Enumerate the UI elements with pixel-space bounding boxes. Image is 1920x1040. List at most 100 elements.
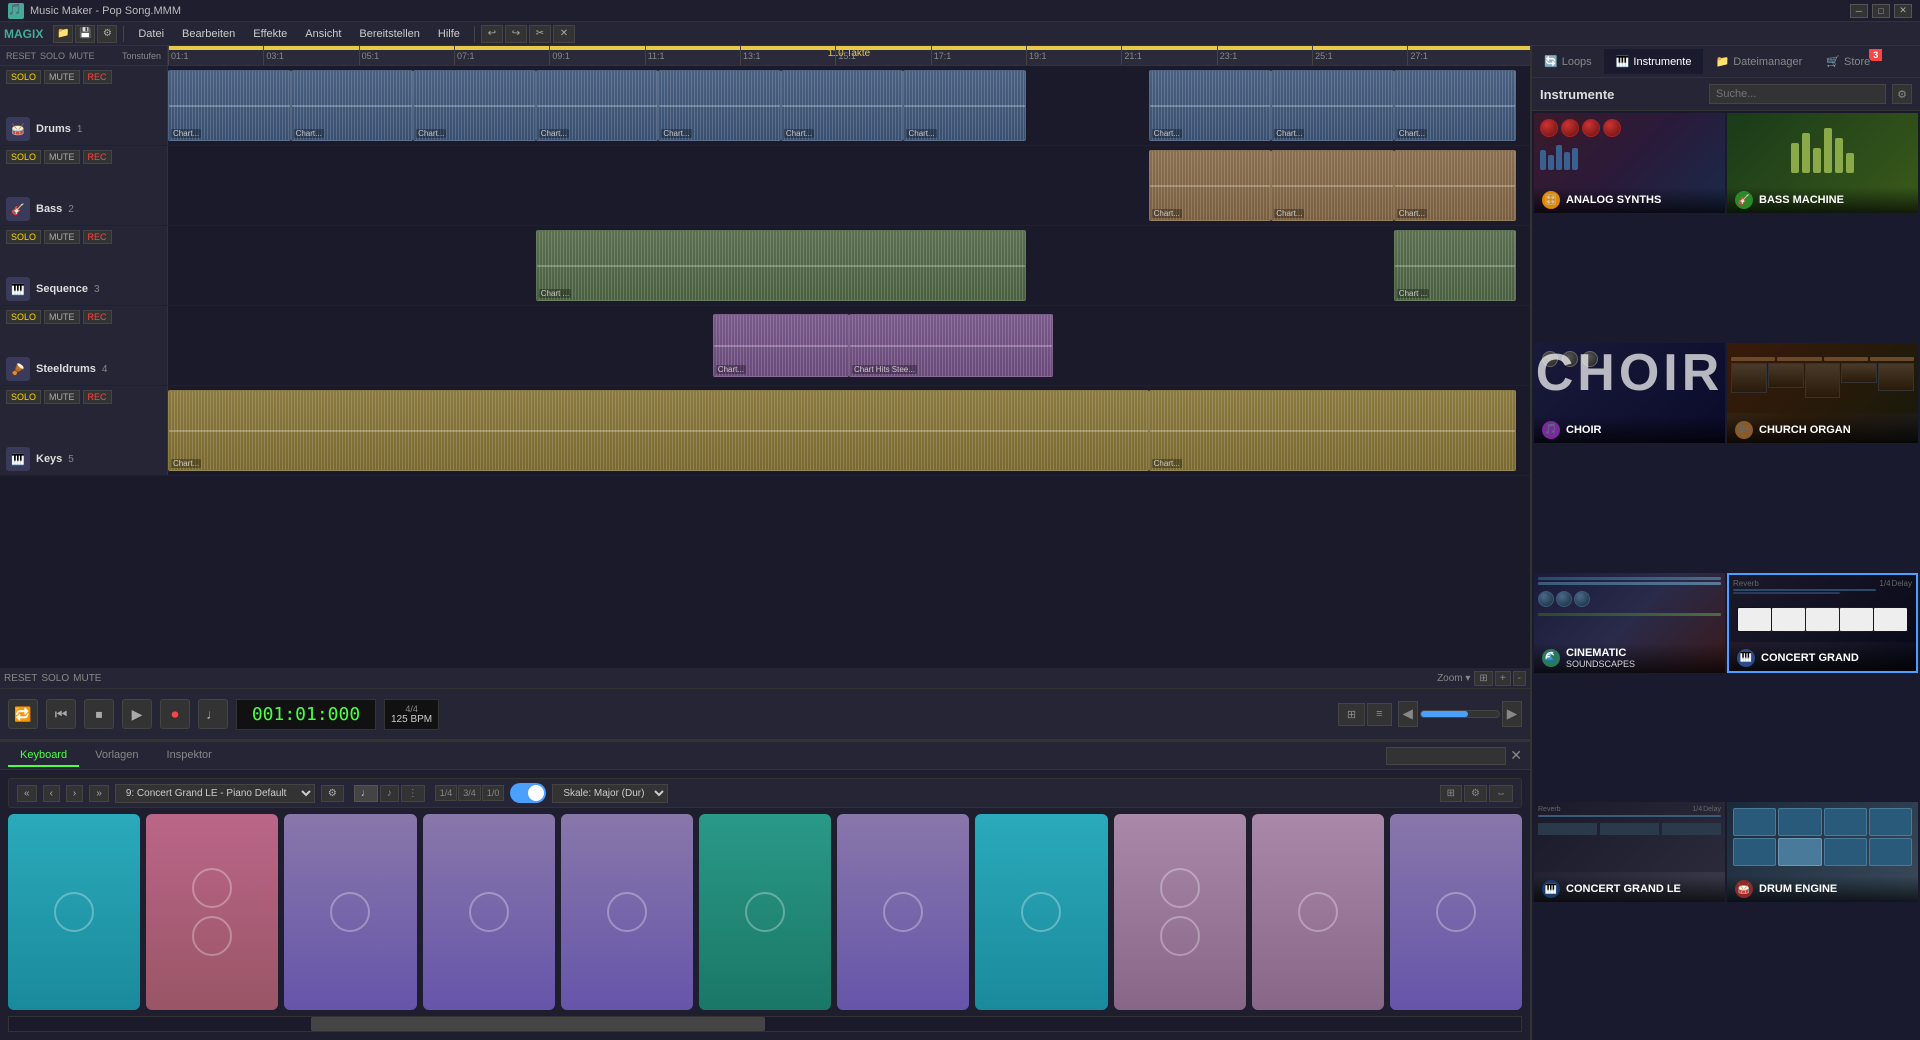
tab-loops[interactable]: 🔄 Loops — [1532, 49, 1604, 74]
solo-button-keys[interactable]: SOLO — [6, 390, 41, 404]
quantize-3-button[interactable]: 1/0 — [482, 785, 505, 801]
track-clips-sequence[interactable]: Chart ... Chart ... — [168, 226, 1530, 305]
menu-bearbeiten[interactable]: Bearbeiten — [174, 26, 243, 42]
redo-button[interactable]: ↪ — [505, 25, 527, 43]
instrument-card-concert-grand-2[interactable]: Reverb1/4Delay 🎹 CONCERT GRAND LE — [1534, 802, 1725, 902]
piano-pad-5[interactable] — [561, 814, 693, 1010]
mute-button-sequence[interactable]: MUTE — [44, 230, 80, 244]
metronome-button[interactable]: ♩ — [198, 699, 228, 729]
panel-gear-button[interactable]: ⚙ — [1892, 84, 1912, 104]
record-button[interactable]: ⏺ — [160, 699, 190, 729]
kb-next-next-button[interactable]: » — [89, 785, 109, 802]
piano-pad-8[interactable] — [975, 814, 1107, 1010]
zoom-out-button[interactable]: - — [1513, 671, 1526, 686]
clip-bass-1[interactable]: Chart... — [1149, 150, 1272, 221]
instrument-card-church-organ[interactable]: 🎶 CHURCH ORGAN — [1727, 343, 1918, 443]
solo-button-sequence[interactable]: SOLO — [6, 230, 41, 244]
clip-drums-4[interactable]: Chart... — [536, 70, 659, 141]
rec-button-steeldrums[interactable]: REC — [83, 310, 112, 324]
kb-expand-button[interactable]: ⇔ — [1489, 785, 1513, 802]
maximize-button[interactable]: □ — [1872, 4, 1890, 18]
timeline-ruler[interactable]: 110 Takte 01:1 03:1 05:1 07:1 09:1 11:1 … — [168, 46, 1530, 65]
menu-ansicht[interactable]: Ansicht — [297, 26, 349, 42]
kb-next-button[interactable]: › — [66, 785, 83, 802]
clip-bass-2[interactable]: Chart... — [1271, 150, 1394, 221]
kb-mode-1-button[interactable]: ♩ — [354, 785, 378, 802]
instrument-card-analog-synths[interactable]: 🎛 ANALOG SYNTHS — [1534, 113, 1725, 213]
track-clips-drums[interactable]: Chart... Chart... Chart... Chart... Char… — [168, 66, 1530, 145]
kb-mode-2-button[interactable]: ♪ — [380, 785, 399, 802]
instrument-card-choir[interactable]: CHOIR 🎵 CHOIR — [1534, 343, 1725, 443]
save-button[interactable]: 💾 — [75, 25, 95, 43]
track-clips-keys[interactable]: Chart... Chart... — [168, 386, 1530, 475]
close-project-button[interactable]: ✕ — [553, 25, 575, 43]
close-button[interactable]: ✕ — [1894, 4, 1912, 18]
solo-button-steeldrums[interactable]: SOLO — [6, 310, 41, 324]
volume-left-button[interactable]: ◀ — [1398, 701, 1418, 727]
instrument-card-concert-grand[interactable]: Reverb1/4Delay — [1727, 573, 1918, 673]
mute-button-bass[interactable]: MUTE — [44, 150, 80, 164]
clip-drums-10[interactable]: Chart... — [1394, 70, 1517, 141]
clip-keys-1[interactable]: Chart... — [168, 390, 1149, 471]
piano-pad-6[interactable] — [699, 814, 831, 1010]
scale-select[interactable]: Skale: Major (Dur) — [552, 784, 668, 803]
tab-store[interactable]: 🛒 Store 3 — [1814, 49, 1882, 74]
rec-button-keys[interactable]: REC — [83, 390, 112, 404]
clip-drums-5[interactable]: Chart... — [658, 70, 781, 141]
rec-button-sequence[interactable]: REC — [83, 230, 112, 244]
kb-toggle[interactable] — [510, 783, 546, 803]
volume-slider[interactable] — [1420, 710, 1500, 718]
piano-pad-9[interactable] — [1114, 814, 1246, 1010]
zoom-fit-button[interactable]: ⊞ — [1474, 671, 1492, 686]
menu-datei[interactable]: Datei — [130, 26, 172, 42]
rec-button-drums[interactable]: REC — [83, 70, 112, 84]
clip-drums-8[interactable]: Chart... — [1149, 70, 1272, 141]
kb-view-button[interactable]: ⊞ — [1440, 785, 1462, 802]
open-button[interactable]: 📁 — [53, 25, 73, 43]
piano-pad-4[interactable] — [423, 814, 555, 1010]
settings-button[interactable]: ⚙ — [97, 25, 117, 43]
keyboard-scrollbar[interactable] — [8, 1016, 1522, 1032]
track-clips-steeldrums[interactable]: Chart... Chart Hits Stee... — [168, 306, 1530, 385]
preset-select[interactable]: 9: Concert Grand LE - Piano Default — [115, 784, 315, 803]
keyboard-scroll-thumb[interactable] — [311, 1017, 765, 1031]
bottom-search-input[interactable] — [1386, 747, 1506, 765]
instrument-card-cinematic[interactable]: 🌊 CINEMATIC SOUNDSCAPES — [1534, 573, 1725, 673]
piano-pad-1[interactable] — [8, 814, 140, 1010]
mute-button-keys[interactable]: MUTE — [44, 390, 80, 404]
loop-button[interactable]: 🔁 — [8, 699, 38, 729]
volume-right-button[interactable]: ▶ — [1502, 701, 1522, 727]
clip-drums-2[interactable]: Chart... — [291, 70, 414, 141]
kb-settings-button[interactable]: ⚙ — [1464, 785, 1487, 802]
tab-instrumente[interactable]: 🎹 Instrumente — [1604, 49, 1704, 74]
solo-button-drums[interactable]: SOLO — [6, 70, 41, 84]
clip-drums-1[interactable]: Chart... — [168, 70, 291, 141]
rec-button-bass[interactable]: REC — [83, 150, 112, 164]
piano-pad-11[interactable] — [1390, 814, 1522, 1010]
grid-view-button[interactable]: ⊞ — [1338, 703, 1365, 726]
tab-inspektor[interactable]: Inspektor — [155, 745, 224, 767]
instrument-card-bass-machine[interactable]: 🎸 BASS MACHINE — [1727, 113, 1918, 213]
quantize-2-button[interactable]: 3/4 — [458, 785, 481, 801]
clip-steeldrums-1[interactable]: Chart... — [713, 314, 849, 377]
undo-button[interactable]: ↩ — [481, 25, 503, 43]
piano-pad-2[interactable] — [146, 814, 278, 1010]
preset-settings-button[interactable]: ⚙ — [321, 785, 344, 802]
clip-drums-3[interactable]: Chart... — [413, 70, 536, 141]
clip-sequence-2[interactable]: Chart ... — [1394, 230, 1517, 301]
clip-drums-7[interactable]: Chart... — [903, 70, 1026, 141]
kb-mode-3-button[interactable]: ⋮ — [401, 785, 425, 802]
bottom-close-button[interactable]: ✕ — [1510, 747, 1522, 764]
piano-pad-3[interactable] — [284, 814, 416, 1010]
clip-bass-3[interactable]: Chart... — [1394, 150, 1517, 221]
tab-dateimanager[interactable]: 📁 Dateimanager — [1703, 49, 1814, 74]
track-clips-bass[interactable]: Chart... Chart... Chart... — [168, 146, 1530, 225]
mute-button-steeldrums[interactable]: MUTE — [44, 310, 80, 324]
clip-drums-6[interactable]: Chart... — [781, 70, 904, 141]
solo-button-bass[interactable]: SOLO — [6, 150, 41, 164]
rewind-button[interactable]: ⏮ — [46, 699, 76, 729]
menu-effekte[interactable]: Effekte — [245, 26, 295, 42]
list-view-button[interactable]: ≡ — [1367, 703, 1391, 726]
tab-vorlagen[interactable]: Vorlagen — [83, 745, 150, 767]
mute-button-drums[interactable]: MUTE — [44, 70, 80, 84]
